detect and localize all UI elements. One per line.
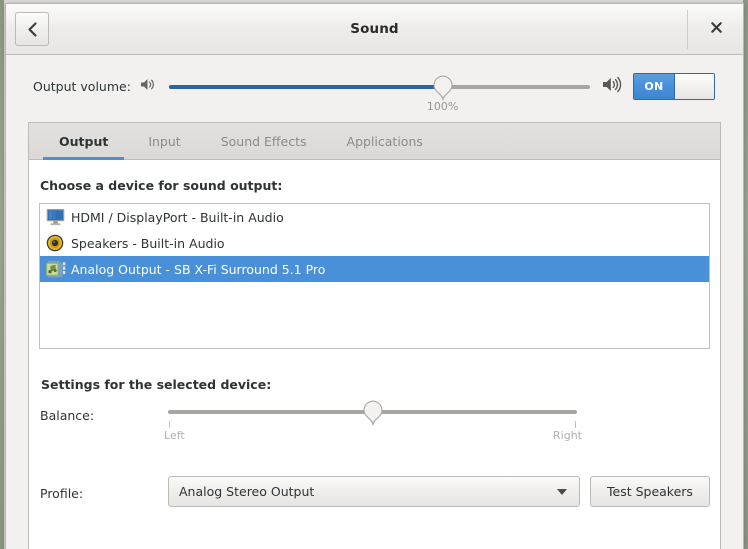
list-item-label: Analog Output - SB X-Fi Surround 5.1 Pro — [71, 262, 325, 277]
output-volume-row: Output volume: 100% — [6, 55, 743, 118]
profile-combobox[interactable]: Analog Stereo Output — [168, 476, 580, 507]
page-title: Sound — [6, 21, 743, 37]
toggle-on-label: ON — [634, 74, 674, 99]
tab-sound-effects[interactable]: Sound Effects — [201, 123, 327, 159]
tab-bar: Output Input Sound Effects Applications — [29, 123, 720, 160]
sound-notebook: Output Input Sound Effects Applications … — [28, 122, 721, 549]
device-chooser-label: Choose a device for sound output: — [40, 178, 710, 193]
balance-label: Balance: — [40, 404, 168, 423]
output-tab-page: Choose a device for sound output: — [29, 160, 720, 549]
profile-label: Profile: — [40, 482, 168, 501]
close-button[interactable] — [699, 12, 733, 46]
tab-applications-label: Applications — [347, 134, 423, 149]
list-item[interactable]: HDMI / DisplayPort - Built-in Audio — [40, 204, 709, 230]
list-item[interactable]: Speakers - Built-in Audio — [40, 230, 709, 256]
tab-applications[interactable]: Applications — [327, 123, 443, 159]
tab-input-label: Input — [148, 134, 180, 149]
balance-left-label: Left — [164, 429, 185, 442]
selected-device-settings: Settings for the selected device: Balanc… — [39, 377, 710, 507]
tab-output-label: Output — [59, 134, 108, 149]
desktop-edge-left — [0, 0, 4, 549]
tab-sound-effects-label: Sound Effects — [221, 134, 307, 149]
list-item-label: Speakers - Built-in Audio — [71, 236, 225, 251]
tab-input[interactable]: Input — [128, 123, 200, 159]
balance-right-label: Right — [553, 429, 582, 442]
balance-slider-handle[interactable] — [363, 400, 383, 426]
balance-tick-right — [575, 421, 576, 428]
output-device-list[interactable]: HDMI / DisplayPort - Built-in Audio Spea… — [39, 203, 710, 349]
close-icon — [711, 22, 722, 36]
volume-slider-fill — [169, 85, 443, 89]
headerbar-separator — [687, 10, 688, 49]
sound-settings-window: Sound Output volume: — [5, 3, 744, 549]
profile-selected-value: Analog Stereo Output — [179, 484, 314, 499]
balance-tick-left — [169, 421, 170, 428]
tab-output[interactable]: Output — [39, 123, 128, 159]
profile-row: Profile: Analog Stereo Output Test Speak… — [40, 476, 709, 507]
settings-section-label: Settings for the selected device: — [41, 377, 709, 392]
volume-percent-label: 100% — [427, 100, 458, 113]
output-volume-slider[interactable]: 100% — [169, 67, 590, 107]
monitor-icon — [44, 207, 66, 227]
volume-slider-handle[interactable] — [433, 75, 453, 101]
test-speakers-button[interactable]: Test Speakers — [590, 476, 710, 507]
speaker-low-icon — [140, 77, 157, 96]
output-volume-toggle[interactable]: ON — [633, 73, 715, 100]
speaker-icon — [44, 233, 66, 253]
toggle-knob[interactable] — [674, 74, 714, 99]
list-item-label: HDMI / DisplayPort - Built-in Audio — [71, 210, 284, 225]
output-volume-label: Output volume: — [33, 79, 131, 94]
list-item[interactable]: Analog Output - SB X-Fi Surround 5.1 Pro — [40, 256, 709, 282]
speaker-high-icon — [602, 76, 622, 97]
balance-slider[interactable]: Left Right — [168, 404, 577, 450]
chevron-down-icon — [557, 489, 567, 495]
window-headerbar: Sound — [6, 4, 743, 55]
balance-row: Balance: Left Right — [40, 404, 709, 450]
audio-card-icon — [44, 259, 66, 279]
